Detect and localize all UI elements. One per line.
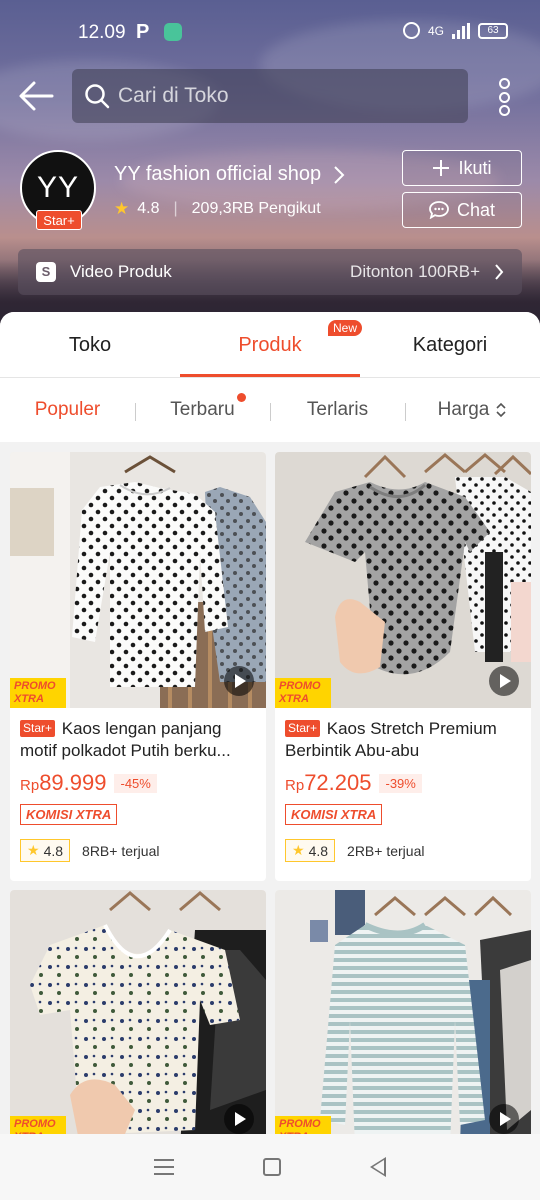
komisi-xtra-badge: KOMISI XTRA <box>20 804 118 825</box>
sort-harga[interactable]: Harga <box>405 399 540 421</box>
status-bar: 12.09 P 4G 63 <box>0 0 540 64</box>
more-options-icon[interactable] <box>496 78 512 116</box>
shopee-video-icon: S <box>36 262 56 282</box>
divider: | <box>173 200 178 217</box>
price-value: 72.205 <box>304 770 372 795</box>
star-icon: ★ <box>292 842 305 858</box>
new-dot-indicator <box>237 393 246 402</box>
sort-populer[interactable]: Populer <box>0 399 135 421</box>
tab-kategori[interactable]: Kategori <box>360 312 540 377</box>
search-icon <box>85 84 110 109</box>
signal-icon <box>452 22 470 39</box>
product-price: Rp89.999 <box>20 770 106 796</box>
rating-box: ★ 4.8 <box>285 839 336 862</box>
product-card[interactable]: PROMO XTRA Star+ Kaos Stretch Premium Be… <box>275 452 531 881</box>
shop-content-sheet: Toko Produk New Kategori Populer Terbaru… <box>0 312 540 1200</box>
follow-label: Ikuti <box>458 157 492 178</box>
star-icon: ★ <box>114 199 130 218</box>
product-title-wrap: Star+ Kaos lengan panjang motif polkadot… <box>20 718 256 762</box>
discount-badge: -45% <box>114 773 157 793</box>
star-plus-badge: Star+ <box>36 210 82 230</box>
star-plus-badge: Star+ <box>285 720 321 737</box>
product-card[interactable]: PROMO XTRA <box>275 890 531 1150</box>
video-views: Ditonton 100RB+ <box>350 262 480 281</box>
new-badge: New <box>328 320 363 336</box>
product-image[interactable]: PROMO XTRA <box>10 452 266 708</box>
shop-name: YY fashion official shop <box>114 163 322 185</box>
plus-icon <box>433 160 450 176</box>
app-notification-icon <box>164 23 182 41</box>
sort-label: Terlaris <box>306 399 369 420</box>
tab-label: Produk <box>238 334 302 356</box>
price-value: 89.999 <box>39 770 107 795</box>
search-placeholder: Cari di Toko <box>118 84 229 107</box>
play-video-icon[interactable] <box>489 1104 519 1134</box>
promo-xtra-badge: PROMO XTRA <box>275 678 331 708</box>
home-icon[interactable] <box>262 1158 281 1176</box>
sort-label: Harga <box>437 399 490 420</box>
sort-bar: Populer Terbaru Terlaris Harga <box>0 378 540 442</box>
shop-name-link[interactable]: YY fashion official shop <box>114 163 345 186</box>
shop-meta: ★ 4.8 | 209,3RB Pengikut <box>114 199 321 219</box>
parking-icon: P <box>136 21 150 43</box>
star-plus-badge: Star+ <box>20 720 56 737</box>
chat-bubble-icon <box>429 201 449 219</box>
sort-label: Populer <box>34 399 101 420</box>
sort-terbaru[interactable]: Terbaru <box>135 393 270 421</box>
product-card[interactable]: PROMO XTRA Star+ Kaos lengan panjang mot… <box>10 452 266 881</box>
promo-xtra-badge: PROMO XTRA <box>10 678 66 708</box>
product-rating: 4.8 <box>308 842 329 859</box>
status-time: 12.09 <box>78 22 126 43</box>
discount-badge: -39% <box>379 773 422 793</box>
chat-button[interactable]: Chat <box>402 192 522 228</box>
shop-rating: 4.8 <box>137 200 160 217</box>
sort-label: Terbaru <box>170 399 235 420</box>
product-image[interactable]: PROMO XTRA <box>10 890 266 1146</box>
follow-button[interactable]: Ikuti <box>402 150 522 186</box>
product-title-wrap: Star+ Kaos Stretch Premium Berbintik Abu… <box>285 718 521 762</box>
rating-box: ★ 4.8 <box>20 839 71 862</box>
play-video-icon[interactable] <box>224 1104 254 1134</box>
product-rating: 4.8 <box>43 842 64 859</box>
play-video-icon[interactable] <box>489 666 519 696</box>
play-video-icon[interactable] <box>224 666 254 696</box>
tab-toko[interactable]: Toko <box>0 312 180 377</box>
recent-apps-icon[interactable] <box>154 1159 175 1175</box>
system-back-icon[interactable] <box>369 1157 386 1177</box>
product-image[interactable]: PROMO XTRA <box>275 452 531 708</box>
network-label: 4G <box>427 23 444 38</box>
product-card[interactable]: PROMO XTRA <box>10 890 266 1150</box>
price-currency: Rp <box>20 777 40 794</box>
chevron-right-icon <box>495 264 504 280</box>
chevron-right-icon <box>334 165 345 184</box>
sort-arrows-icon <box>496 402 506 418</box>
price-currency: Rp <box>285 777 305 794</box>
system-navigation-bar <box>0 1134 540 1200</box>
komisi-xtra-badge: KOMISI XTRA <box>285 804 383 825</box>
star-icon: ★ <box>27 842 40 858</box>
alarm-icon <box>402 22 420 39</box>
sold-count: 8RB+ terjual <box>82 842 160 859</box>
shop-followers: 209,3RB Pengikut <box>191 200 321 217</box>
video-product-bar[interactable]: S Video Produk Ditonton 100RB+ <box>18 249 522 295</box>
video-product-label: Video Produk <box>70 262 172 281</box>
back-arrow-icon[interactable] <box>18 78 56 114</box>
product-image[interactable]: PROMO XTRA <box>275 890 531 1146</box>
sold-count: 2RB+ terjual <box>347 842 425 859</box>
search-input[interactable]: Cari di Toko <box>72 69 468 123</box>
tab-label: Toko <box>68 334 112 356</box>
sort-terlaris[interactable]: Terlaris <box>270 399 405 421</box>
product-price: Rp72.205 <box>285 770 371 796</box>
tab-label: Kategori <box>412 334 488 356</box>
shop-tabs: Toko Produk New Kategori <box>0 312 540 378</box>
tab-produk[interactable]: Produk New <box>180 312 363 377</box>
chat-label: Chat <box>456 199 496 220</box>
battery-icon: 63 <box>478 22 508 39</box>
product-grid: PROMO XTRA Star+ Kaos lengan panjang mot… <box>10 452 531 1150</box>
